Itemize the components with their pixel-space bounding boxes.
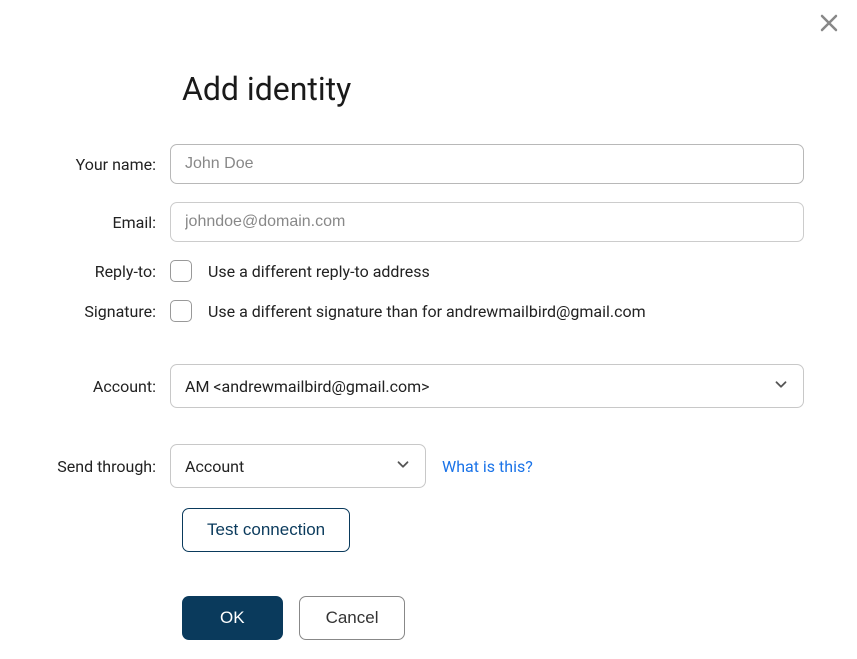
row-replyto: Reply-to: Use a different reply-to addre… [40, 260, 857, 282]
replyto-checkbox-label: Use a different reply-to address [208, 262, 430, 281]
add-identity-dialog: Add identity Your name: Email: Reply-to:… [0, 0, 857, 640]
label-name: Your name: [40, 155, 170, 174]
sendthrough-select-value: Account [185, 457, 244, 476]
label-replyto: Reply-to: [40, 262, 170, 281]
row-account: Account: AM <andrewmailbird@gmail.com> [40, 364, 857, 408]
row-signature: Signature: Use a different signature tha… [40, 300, 857, 322]
ok-button[interactable]: OK [182, 596, 283, 640]
close-button[interactable] [819, 12, 839, 38]
replyto-checkbox[interactable] [170, 260, 192, 282]
name-input[interactable] [170, 144, 804, 184]
dialog-title: Add identity [182, 70, 857, 108]
row-name: Your name: [40, 144, 857, 184]
sendthrough-select[interactable]: Account [170, 444, 426, 488]
row-sendthrough: Send through: Account What is this? [40, 444, 857, 488]
account-select-wrapper: AM <andrewmailbird@gmail.com> [170, 364, 804, 408]
cancel-button[interactable]: Cancel [299, 596, 406, 640]
label-account: Account: [40, 377, 170, 396]
email-input[interactable] [170, 202, 804, 242]
signature-checkbox[interactable] [170, 300, 192, 322]
sendthrough-select-wrapper: Account [170, 444, 426, 488]
close-icon [819, 10, 839, 40]
row-buttons: OK Cancel [182, 596, 857, 640]
row-test: Test connection [182, 508, 857, 552]
label-signature: Signature: [40, 302, 170, 321]
row-email: Email: [40, 202, 857, 242]
label-sendthrough: Send through: [40, 457, 170, 476]
account-select[interactable]: AM <andrewmailbird@gmail.com> [170, 364, 804, 408]
account-select-value: AM <andrewmailbird@gmail.com> [185, 377, 430, 396]
test-connection-button[interactable]: Test connection [182, 508, 350, 552]
what-is-this-link[interactable]: What is this? [442, 457, 533, 476]
label-email: Email: [40, 213, 170, 232]
signature-checkbox-label: Use a different signature than for andre… [208, 302, 646, 321]
